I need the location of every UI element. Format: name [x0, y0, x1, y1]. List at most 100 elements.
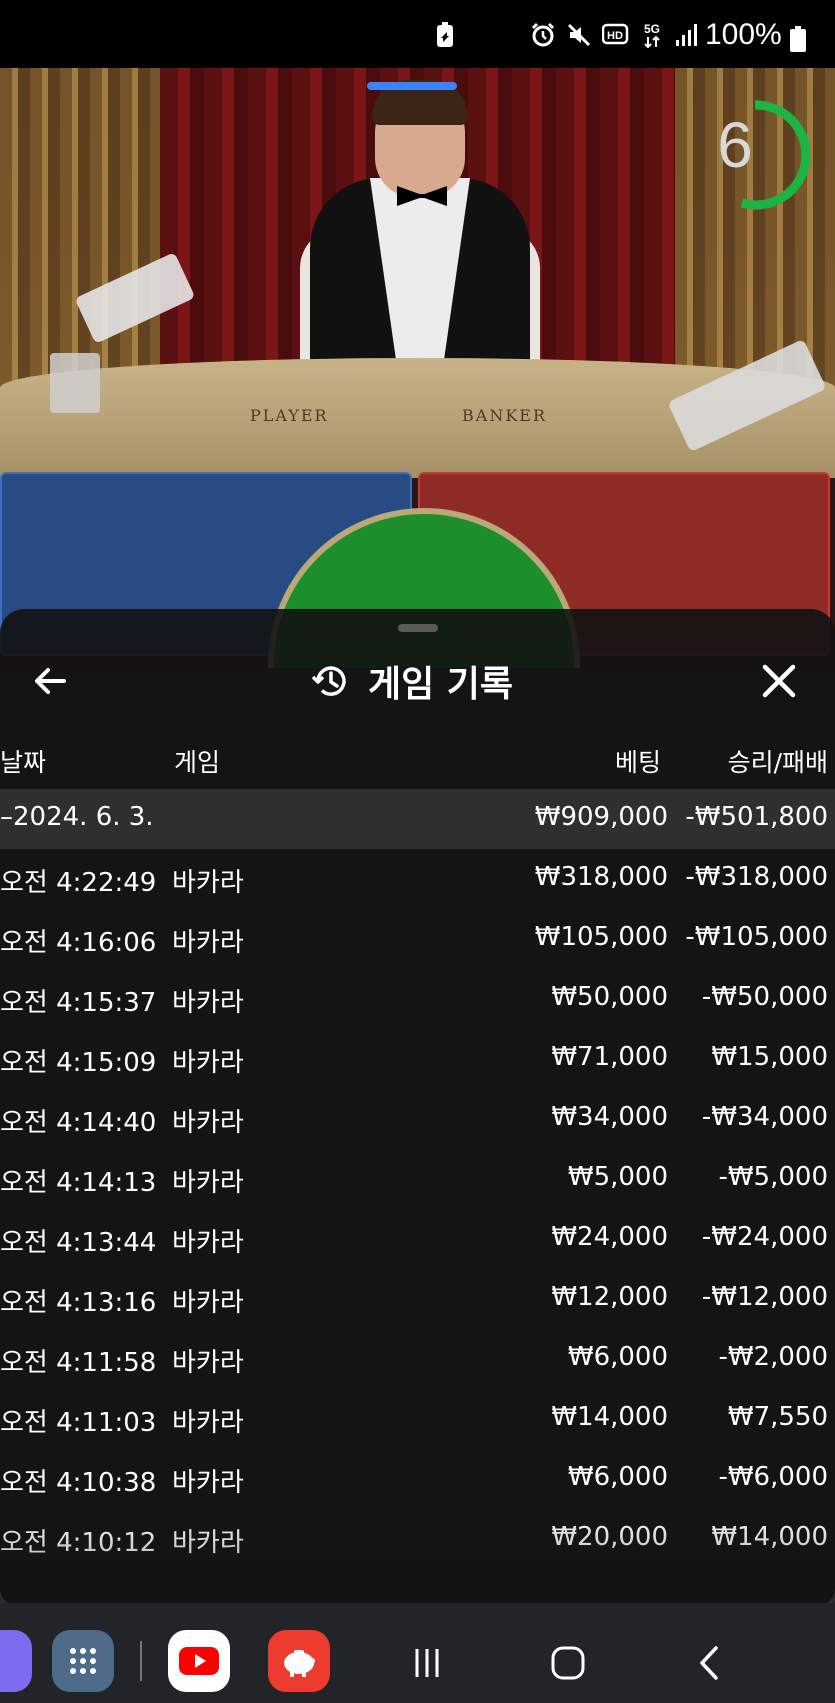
- drag-handle[interactable]: [398, 624, 438, 632]
- row-time: 오전 4:13:44: [0, 1228, 157, 1258]
- row-bet: ₩105,000: [534, 922, 668, 952]
- row-result: -₩6,000: [718, 1462, 828, 1492]
- game-history-panel: 게임 기록 날짜 게임 베팅 승리/패배 –2024. 6. 3. ₩909,0…: [0, 609, 835, 1606]
- date-summary-row[interactable]: –2024. 6. 3. ₩909,000 -₩501,800: [0, 789, 835, 849]
- history-row[interactable]: 오전 4:14:13 바카라 ₩5,000 -₩5,000: [0, 1149, 835, 1209]
- row-bet: ₩71,000: [551, 1042, 668, 1072]
- dealer-video: PLAYER BANKER 6: [0, 68, 835, 478]
- mute-icon: [567, 23, 591, 47]
- row-bet: ₩5,000: [567, 1162, 668, 1192]
- svg-text:HD: HD: [607, 30, 623, 42]
- row-result: -₩34,000: [701, 1102, 828, 1132]
- history-row[interactable]: 오전 4:10:12 바카라 ₩20,000 ₩14,000: [0, 1509, 835, 1569]
- history-row[interactable]: 오전 4:16:06 바카라 ₩105,000 -₩105,000: [0, 909, 835, 969]
- row-game: 바카라: [172, 928, 244, 958]
- battery-percent: 100%: [705, 18, 782, 51]
- row-time: 오전 4:16:06: [0, 928, 157, 958]
- home-button[interactable]: [543, 1638, 593, 1688]
- col-result: 승리/패배: [727, 748, 828, 777]
- 5g-icon: 5G: [644, 22, 660, 49]
- row-game: 바카라: [172, 868, 244, 898]
- back-arrow-icon[interactable]: [28, 659, 72, 703]
- player-table-label: PLAYER: [250, 406, 329, 425]
- summary-bet: ₩909,000: [534, 802, 668, 832]
- row-game: 바카라: [172, 1288, 244, 1318]
- row-time: 오전 4:15:09: [0, 1048, 157, 1078]
- row-game: 바카라: [172, 1348, 244, 1378]
- row-bet: ₩20,000: [551, 1522, 668, 1552]
- row-result: -₩24,000: [701, 1222, 828, 1252]
- battery-saver-icon: [435, 20, 457, 50]
- countdown-number: 6: [717, 109, 753, 181]
- history-row[interactable]: 오전 4:10:38 바카라 ₩6,000 -₩6,000: [0, 1449, 835, 1509]
- row-time: 오전 4:10:38: [0, 1468, 157, 1498]
- row-result: -₩12,000: [701, 1282, 828, 1312]
- row-game: 바카라: [172, 1168, 244, 1198]
- row-game: 바카라: [172, 1228, 244, 1258]
- col-bet: 베팅: [614, 748, 661, 777]
- history-row[interactable]: 오전 4:22:49 바카라 ₩318,000 -₩318,000: [0, 849, 835, 909]
- row-bet: ₩34,000: [551, 1102, 668, 1132]
- panel-title: 게임 기록: [310, 653, 513, 709]
- row-time: 오전 4:10:12: [0, 1528, 157, 1558]
- row-game: 바카라: [172, 988, 244, 1018]
- row-bet: ₩318,000: [534, 862, 668, 892]
- panel-header: 게임 기록: [0, 639, 835, 729]
- row-time: 오전 4:11:58: [0, 1348, 157, 1378]
- row-bet: ₩12,000: [551, 1282, 668, 1312]
- close-icon[interactable]: [757, 659, 801, 703]
- row-game: 바카라: [172, 1468, 244, 1498]
- history-table-header: 날짜 게임 베팅 승리/패배: [0, 729, 835, 789]
- history-row[interactable]: 오전 4:13:44 바카라 ₩24,000 -₩24,000: [0, 1209, 835, 1269]
- row-result: ₩14,000: [711, 1522, 828, 1552]
- status-icons: HD 5G: [530, 20, 700, 50]
- battery-icon: [790, 26, 806, 52]
- row-result: -₩50,000: [701, 982, 828, 1012]
- row-game: 바카라: [172, 1528, 244, 1558]
- status-bar: HD 5G 100%: [0, 0, 835, 68]
- row-time: 오전 4:14:13: [0, 1168, 157, 1198]
- row-game: 바카라: [172, 1108, 244, 1138]
- dock-divider: [140, 1641, 142, 1681]
- row-game: 바카라: [172, 1408, 244, 1438]
- alarm-icon: [531, 22, 555, 47]
- summary-date: –2024. 6. 3.: [0, 802, 154, 832]
- banker-table-label: BANKER: [462, 406, 547, 425]
- row-result: -₩2,000: [718, 1342, 828, 1372]
- piggy-bank-app-icon[interactable]: [268, 1630, 330, 1692]
- history-row[interactable]: 오전 4:13:16 바카라 ₩12,000 -₩12,000: [0, 1269, 835, 1329]
- row-bet: ₩6,000: [567, 1342, 668, 1372]
- row-time: 오전 4:13:16: [0, 1288, 157, 1318]
- row-bet: ₩6,000: [567, 1462, 668, 1492]
- round-progress-bar: [367, 82, 457, 90]
- nav-back-button[interactable]: [685, 1638, 735, 1688]
- messenger-app-icon[interactable]: [0, 1630, 32, 1692]
- hd-voice-icon: HD: [602, 23, 629, 45]
- history-row[interactable]: 오전 4:15:09 바카라 ₩71,000 ₩15,000: [0, 1029, 835, 1089]
- row-bet: ₩14,000: [551, 1402, 668, 1432]
- row-time: 오전 4:22:49: [0, 868, 157, 898]
- recents-button[interactable]: [402, 1638, 452, 1688]
- row-result: -₩318,000: [685, 862, 828, 892]
- history-row[interactable]: 오전 4:15:37 바카라 ₩50,000 -₩50,000: [0, 969, 835, 1029]
- app-drawer-icon[interactable]: [52, 1630, 114, 1692]
- youtube-app-icon[interactable]: [168, 1630, 230, 1692]
- panel-title-text: 게임 기록: [368, 664, 514, 705]
- row-result: ₩7,550: [727, 1402, 828, 1432]
- history-row[interactable]: 오전 4:14:40 바카라 ₩34,000 -₩34,000: [0, 1089, 835, 1149]
- row-time: 오전 4:14:40: [0, 1108, 157, 1138]
- history-icon: [311, 666, 346, 696]
- history-row[interactable]: 오전 4:11:03 바카라 ₩14,000 ₩7,550: [0, 1389, 835, 1449]
- signal-icon: [676, 24, 697, 46]
- row-game: 바카라: [172, 1048, 244, 1078]
- navigation-bar: [0, 1603, 835, 1703]
- summary-result: -₩501,800: [685, 802, 828, 832]
- row-result: -₩105,000: [685, 922, 828, 952]
- col-game: 게임: [174, 748, 221, 777]
- row-result: -₩5,000: [718, 1162, 828, 1192]
- col-date: 날짜: [0, 748, 47, 777]
- row-time: 오전 4:15:37: [0, 988, 157, 1018]
- svg-text:5G: 5G: [644, 22, 660, 36]
- history-row[interactable]: 오전 4:11:58 바카라 ₩6,000 -₩2,000: [0, 1329, 835, 1389]
- row-time: 오전 4:11:03: [0, 1408, 157, 1438]
